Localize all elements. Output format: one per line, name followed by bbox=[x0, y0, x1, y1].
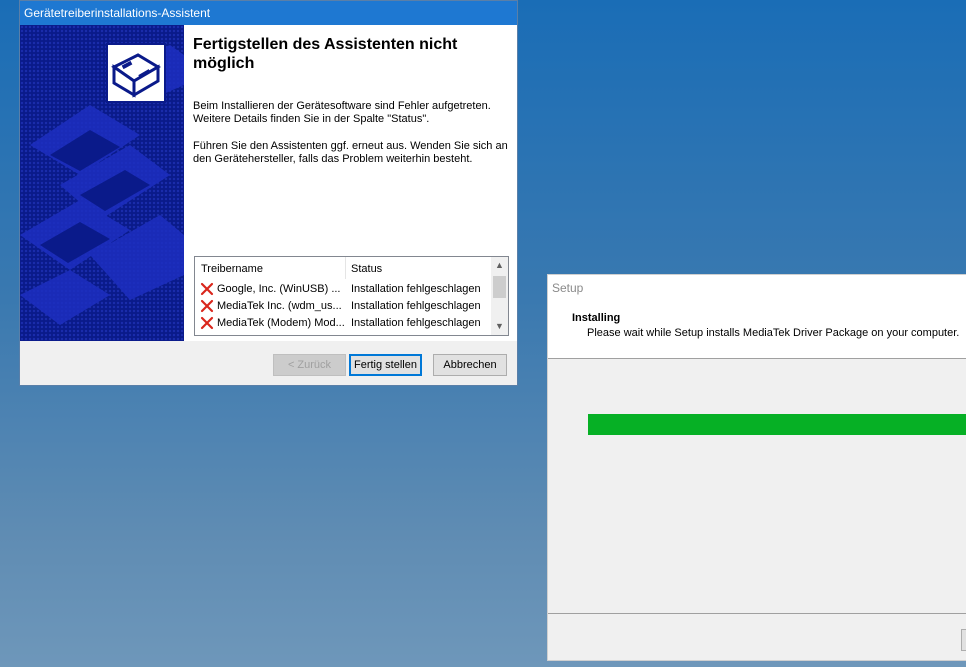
list-item[interactable]: Google, Inc. (WinUSB) ... Installation f… bbox=[195, 281, 491, 298]
wizard-banner-image bbox=[20, 25, 184, 341]
cancel-button[interactable]: Abbrechen bbox=[433, 354, 507, 376]
progress-fill bbox=[588, 414, 966, 435]
red-x-error-icon bbox=[200, 299, 214, 313]
list-item[interactable]: MediaTek (Modem) Mod... Installation feh… bbox=[195, 315, 491, 332]
column-separator[interactable] bbox=[345, 257, 346, 279]
column-header-driver-name[interactable]: Treibername bbox=[201, 263, 263, 275]
hardware-device-icon bbox=[106, 43, 166, 103]
setup-header-subtitle: Please wait while Setup installs MediaTe… bbox=[587, 327, 960, 339]
install-progress-bar bbox=[588, 414, 966, 435]
finish-button[interactable]: Fertig stellen bbox=[349, 354, 422, 376]
red-x-error-icon bbox=[200, 282, 214, 296]
driver-status: Installation fehlgeschlagen bbox=[351, 300, 481, 312]
driver-name: Google, Inc. (WinUSB) ... bbox=[217, 283, 341, 295]
setup-divider bbox=[548, 613, 966, 614]
setup-header-title: Installing bbox=[572, 312, 621, 324]
red-x-error-icon bbox=[200, 316, 214, 330]
list-vertical-scrollbar[interactable]: ▲ ▼ bbox=[491, 257, 508, 335]
scroll-thumb[interactable] bbox=[493, 276, 506, 298]
wizard-body: Fertigstellen des Assistenten nicht mögl… bbox=[20, 25, 517, 341]
driver-install-wizard-window: Gerätetreiberinstallations-Assistent Fer… bbox=[19, 0, 518, 386]
wizard-title: Gerätetreiberinstallations-Assistent bbox=[24, 6, 211, 20]
driver-name: MediaTek (Modem) Mod... bbox=[217, 317, 345, 329]
wizard-title-bar[interactable]: Gerätetreiberinstallations-Assistent bbox=[20, 1, 517, 25]
list-item[interactable]: MediaTek Inc. (wdm_us... Installation fe… bbox=[195, 298, 491, 315]
wizard-error-message: Beim Installieren der Gerätesoftware sin… bbox=[193, 100, 491, 125]
setup-title-bar[interactable]: Setup bbox=[548, 275, 966, 301]
driver-name: MediaTek Inc. (wdm_us... bbox=[217, 300, 342, 312]
setup-window: Setup Installing Please wait while Setup… bbox=[547, 274, 966, 661]
driver-status: Installation fehlgeschlagen bbox=[351, 283, 481, 295]
setup-title: Setup bbox=[552, 281, 584, 295]
driver-status: Installation fehlgeschlagen bbox=[351, 317, 481, 329]
column-header-status[interactable]: Status bbox=[351, 263, 382, 275]
setup-button-partial[interactable] bbox=[961, 629, 966, 651]
setup-header: Installing Please wait while Setup insta… bbox=[548, 301, 966, 359]
driver-list-header: Treibername Status bbox=[195, 257, 491, 281]
wizard-help-message: Führen Sie den Assistenten ggf. erneut a… bbox=[193, 140, 508, 165]
wizard-heading: Fertigstellen des Assistenten nicht mögl… bbox=[193, 36, 458, 72]
scroll-down-arrow-icon[interactable]: ▼ bbox=[491, 318, 508, 335]
driver-status-list[interactable]: Treibername Status Google, Inc. (WinUSB)… bbox=[194, 256, 509, 336]
back-button[interactable]: < Zurück bbox=[273, 354, 346, 376]
scroll-up-arrow-icon[interactable]: ▲ bbox=[491, 257, 508, 274]
